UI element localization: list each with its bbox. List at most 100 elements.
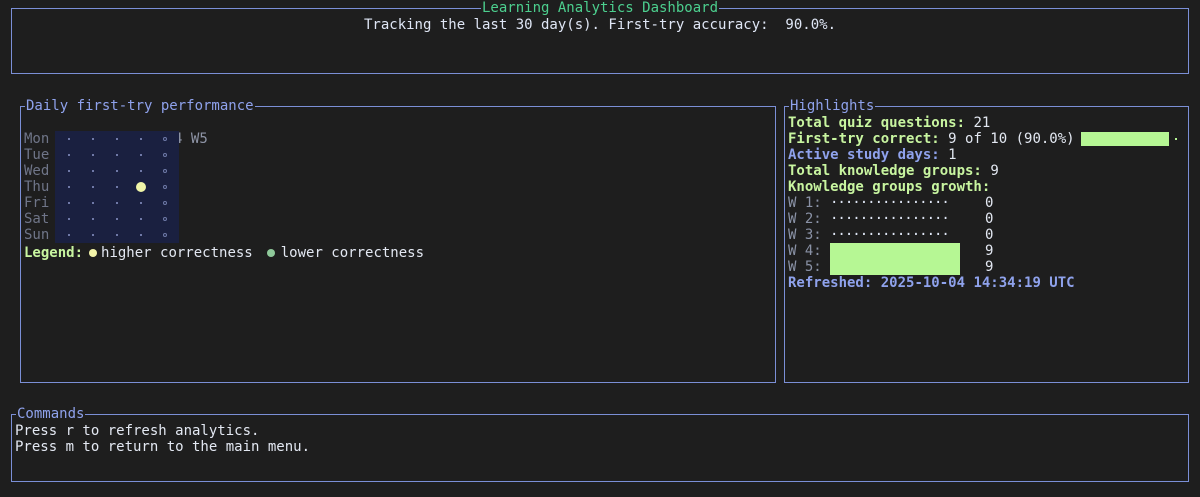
growth-bar: ················: [830, 227, 960, 243]
refreshed-label: Refreshed:: [788, 275, 873, 291]
heatmap-cell: [105, 211, 129, 227]
commands-panel: Commands Press r to refresh analytics. P…: [11, 406, 1189, 482]
header-panel: Learning Analytics Dashboard Tracking th…: [11, 0, 1189, 74]
growth-week-row: W 5: 9: [788, 259, 1185, 275]
heatmap-cell: [81, 227, 105, 243]
growth-week-label: W 3:: [788, 227, 822, 243]
heatmap-cell: [81, 211, 105, 227]
heatmap-cell: [153, 227, 177, 243]
heatmap-cell: [105, 195, 129, 211]
heatmap-cell: [81, 179, 105, 195]
total-quiz-label: Total quiz questions:: [788, 115, 966, 131]
active-days-value: 1: [948, 147, 957, 163]
growth-week-label: W 4:: [788, 243, 822, 259]
heatmap-cell: [81, 163, 105, 179]
heatmap-cell: [153, 131, 177, 147]
heatmap-cell: [129, 163, 153, 179]
heatmap-cell: [153, 147, 177, 163]
groups-row: Total knowledge groups: 9: [788, 163, 1185, 179]
growth-week-label: W 2:: [788, 211, 822, 227]
growth-week-value: 9: [985, 243, 994, 259]
first-try-value: 9 of 10 (90.0%): [948, 131, 1075, 147]
first-try-progress-bar: [1080, 132, 1169, 146]
heatmap-cell: [105, 131, 129, 147]
empty-day-dot-icon: [68, 170, 70, 172]
growth-bar: ················: [830, 211, 960, 227]
empty-day-dot-icon: [68, 138, 70, 140]
empty-day-dot-icon: [163, 185, 167, 189]
empty-day-dot-icon: [163, 233, 167, 237]
heatmap-cell: [153, 163, 177, 179]
day-labels: Mon Tue Wed Thu Fri Sat Sun: [24, 131, 49, 243]
refresh-command-hint: Press r to refresh analytics.: [15, 423, 260, 439]
growth-bar: [830, 259, 960, 275]
growth-week-row: W 2: ················ 0: [788, 211, 1185, 227]
empty-day-dot-icon: [92, 218, 94, 220]
growth-bar: [830, 243, 960, 259]
tracking-summary: Tracking the last 30 day(s). First-try a…: [363, 17, 836, 33]
groups-label: Total knowledge groups:: [788, 163, 982, 179]
high-correctness-dot-icon: [136, 182, 146, 192]
growth-empty-track: ················: [830, 195, 950, 211]
growth-heading-row: Knowledge groups growth:: [788, 179, 1185, 195]
total-quiz-value: 21: [973, 115, 991, 131]
growth-week-value: 0: [985, 211, 994, 227]
heatmap-legend: Legend: higher correctness lower correctne…: [24, 245, 424, 261]
empty-day-dot-icon: [163, 137, 167, 141]
heatmap-cell: [153, 179, 177, 195]
main-menu-command-hint: Press m to return to the main menu.: [15, 439, 311, 455]
empty-day-dot-icon: [116, 186, 118, 188]
empty-day-dot-icon: [163, 169, 167, 173]
growth-week-label: W 5:: [788, 259, 822, 275]
highlights-panel: Highlights Total quiz questions: 21 Firs…: [784, 98, 1189, 383]
refreshed-row: Refreshed: 2025-10-04 14:34:19 UTC: [788, 275, 1185, 291]
growth-week-value: 0: [985, 227, 994, 243]
growth-week-row: W 4: 9: [788, 243, 1185, 259]
heatmap-cell: [153, 211, 177, 227]
refreshed-value: 2025-10-04 14:34:19 UTC: [880, 275, 1075, 291]
highlights-title: Highlights: [789, 98, 876, 114]
empty-day-dot-icon: [140, 170, 142, 172]
empty-day-dot-icon: [140, 202, 142, 204]
heatmap-cell: [105, 147, 129, 163]
heatmap-cell: [57, 131, 81, 147]
heatmap-cell: [57, 147, 81, 163]
week-label: W5: [190, 131, 208, 147]
legend-higher-text: higher correctness: [101, 245, 253, 261]
empty-day-dot-icon: [140, 154, 142, 156]
growth-week-value: 0: [985, 195, 994, 211]
higher-correctness-dot-icon: [89, 249, 98, 257]
empty-day-dot-icon: [92, 170, 94, 172]
daily-performance-title: Daily first-try performance: [25, 98, 255, 114]
heatmap-cell: [57, 195, 81, 211]
empty-day-dot-icon: [68, 234, 70, 236]
day-label: Fri: [24, 195, 50, 211]
empty-day-dot-icon: [92, 202, 94, 204]
first-try-label: First-try correct:: [788, 131, 940, 147]
growth-week-row: W 1: ················ 0: [788, 195, 1185, 211]
empty-day-dot-icon: [68, 218, 70, 220]
empty-day-dot-icon: [116, 234, 118, 236]
growth-bar-fill: [830, 243, 960, 259]
heatmap-cell: [129, 211, 153, 227]
performance-heatmap: [55, 131, 179, 243]
lower-correctness-dot-icon: [266, 249, 275, 257]
empty-day-dot-icon: [116, 202, 118, 204]
legend-lower-text: lower correctness: [280, 245, 425, 261]
day-label: Wed: [24, 163, 50, 179]
empty-day-dot-icon: [92, 234, 94, 236]
empty-day-dot-icon: [68, 202, 70, 204]
empty-day-dot-icon: [163, 201, 167, 205]
daily-performance-panel: Daily first-try performance W1 W2 W3 W4 …: [20, 98, 776, 383]
active-days-row: Active study days: 1: [788, 147, 1185, 163]
empty-day-dot-icon: [140, 234, 142, 236]
first-try-row: First-try correct: 9 of 10 (90.0%): [788, 131, 1185, 147]
active-days-label: Active study days:: [788, 147, 940, 163]
day-label: Thu: [24, 179, 50, 195]
heatmap-cell: [57, 211, 81, 227]
day-label: Tue: [24, 147, 50, 163]
heatmap-cell: [57, 179, 81, 195]
commands-title: Commands: [16, 406, 86, 422]
progress-end-dot-icon: [1174, 138, 1177, 140]
heatmap-cell: [129, 195, 153, 211]
